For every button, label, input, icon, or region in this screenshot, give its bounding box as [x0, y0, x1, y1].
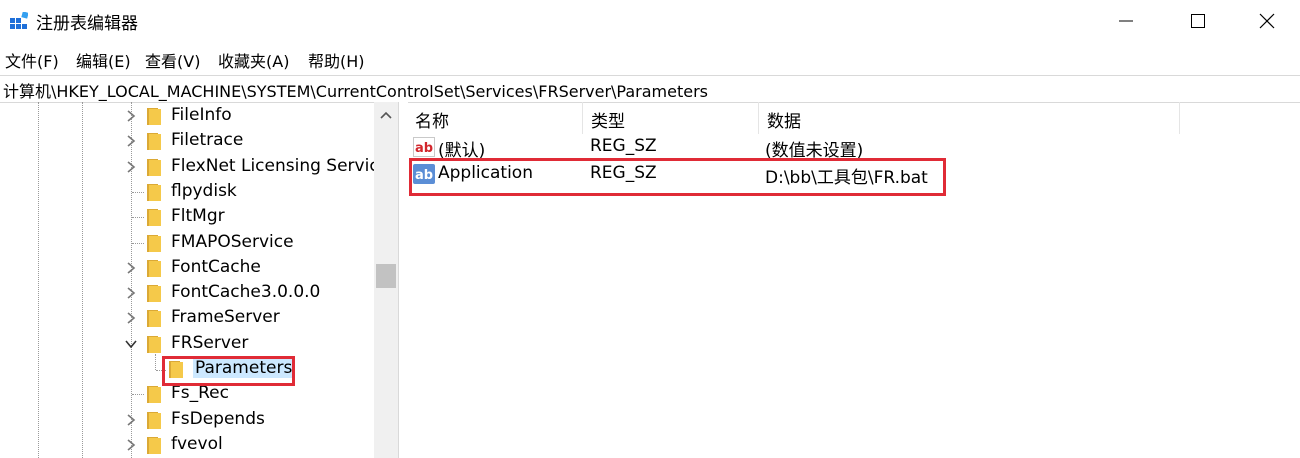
chevron-right-icon[interactable]: [124, 413, 138, 427]
chevron-right-icon[interactable]: [124, 286, 138, 300]
minimize-button[interactable]: [1097, 0, 1155, 42]
column-type-label: 类型: [591, 112, 625, 132]
menu-favorites[interactable]: 收藏夹(A): [218, 48, 289, 72]
tree-item[interactable]: FontCache: [0, 256, 372, 281]
values-list: 名称 类型 数据 ab (默认) REG_SZ (数值未设置) ab Appli…: [407, 102, 1300, 458]
address-bar[interactable]: 计算机\HKEY_LOCAL_MACHINE\SYSTEM\CurrentCon…: [0, 75, 1300, 103]
address-path[interactable]: 计算机\HKEY_LOCAL_MACHINE\SYSTEM\CurrentCon…: [3, 78, 708, 102]
folder-icon: [147, 436, 161, 454]
column-name-label: 名称: [415, 112, 449, 132]
tree-guide-line: [132, 242, 144, 244]
tree-item-label: Filetrace: [171, 130, 244, 151]
maximize-icon: [1191, 14, 1205, 28]
tree-guide-line: [132, 394, 144, 396]
tree-item[interactable]: FltMgr: [0, 205, 372, 230]
tree-item-label: FsDepends: [171, 408, 265, 429]
tree-item[interactable]: Filetrace: [0, 129, 372, 154]
menu-edit[interactable]: 编辑(E): [76, 48, 131, 72]
folder-icon: [147, 386, 161, 404]
window-title: 注册表编辑器: [36, 14, 138, 34]
tree-item[interactable]: Fs_Rec: [0, 382, 372, 407]
minimize-icon: [1119, 20, 1133, 22]
key-tree: FileInfo Filetrace FlexNet Licensing Servi…: [0, 102, 400, 458]
tree-item[interactable]: FsDepends: [0, 408, 372, 433]
tree-item-label: flpydisk: [171, 180, 237, 201]
scroll-up-button[interactable]: [374, 102, 398, 128]
title-bar: 注册表编辑器: [0, 0, 1300, 42]
chevron-right-icon[interactable]: [124, 261, 138, 275]
chevron-right-icon[interactable]: [124, 160, 138, 174]
folder-icon: [147, 411, 161, 429]
folder-icon: [147, 335, 161, 353]
folder-icon: [147, 259, 161, 277]
chevron-right-icon[interactable]: [124, 438, 138, 452]
value-row[interactable]: ab (默认) REG_SZ (数值未设置): [407, 134, 1300, 161]
tree-item-label: FRServer: [171, 332, 249, 353]
tree-item[interactable]: FileInfo: [0, 104, 372, 129]
menu-help[interactable]: 帮助(H): [308, 48, 365, 72]
tree-item[interactable]: FrameServer: [0, 306, 372, 331]
folder-icon: [147, 158, 161, 176]
folder-icon: [147, 285, 161, 303]
folder-icon: [147, 209, 161, 227]
tree-item-label: FontCache: [171, 256, 261, 277]
tree-scrollbar[interactable]: [374, 102, 398, 458]
ab-string-icon: ab: [413, 137, 435, 157]
folder-icon: [147, 310, 161, 328]
svg-text:ab: ab: [415, 141, 433, 156]
tree-item-label: FileInfo: [171, 105, 232, 125]
menu-bar: 文件(F) 编辑(E) 查看(V) 收藏夹(A) 帮助(H): [0, 43, 1300, 73]
folder-icon: [147, 108, 161, 125]
column-data-label: 数据: [767, 112, 801, 132]
tree-item[interactable]: flpydisk: [0, 180, 372, 205]
folder-icon: [147, 133, 161, 151]
tree-item-label: FrameServer: [171, 307, 280, 328]
registry-editor-icon: [10, 12, 28, 29]
tree-item-label: FMAPOService: [171, 231, 294, 252]
tree-item-label: FontCache3.0.0.0: [171, 282, 321, 303]
highlight-box-application: [409, 158, 946, 196]
column-header-type[interactable]: 类型: [583, 102, 759, 134]
tree-item-label: FltMgr: [171, 206, 225, 227]
menu-file[interactable]: 文件(F): [5, 48, 59, 72]
tree-item[interactable]: FMAPOService: [0, 231, 372, 256]
folder-icon: [147, 234, 161, 252]
maximize-button[interactable]: [1169, 0, 1227, 42]
menu-view[interactable]: 查看(V): [145, 48, 200, 72]
column-header-data[interactable]: 数据: [759, 102, 1180, 134]
tree-guide-line: [132, 217, 144, 219]
value-type: REG_SZ: [590, 136, 657, 156]
scroll-thumb[interactable]: [376, 264, 396, 288]
close-icon: [1259, 13, 1275, 29]
tree-item[interactable]: FlexNet Licensing Servic: [0, 155, 379, 180]
tree-item[interactable]: fvevol: [0, 433, 372, 458]
tree-item[interactable]: FRServer: [0, 332, 372, 357]
chevron-down-icon[interactable]: [124, 337, 138, 351]
chevron-right-icon[interactable]: [124, 109, 138, 123]
close-button[interactable]: [1238, 0, 1296, 42]
tree-guide-line: [132, 191, 144, 193]
tree-item-label: Fs_Rec: [171, 383, 229, 404]
chevron-right-icon[interactable]: [124, 134, 138, 148]
chevron-right-icon[interactable]: [124, 311, 138, 325]
column-header-name[interactable]: 名称: [407, 102, 583, 134]
highlight-box-parameters: [162, 356, 295, 386]
chevron-up-icon: [380, 111, 392, 119]
tree-item-label: FlexNet Licensing Servic: [171, 155, 379, 176]
tree-item[interactable]: FontCache3.0.0.0: [0, 281, 372, 306]
tree-item-label: fvevol: [171, 433, 223, 454]
folder-icon: [147, 183, 161, 201]
